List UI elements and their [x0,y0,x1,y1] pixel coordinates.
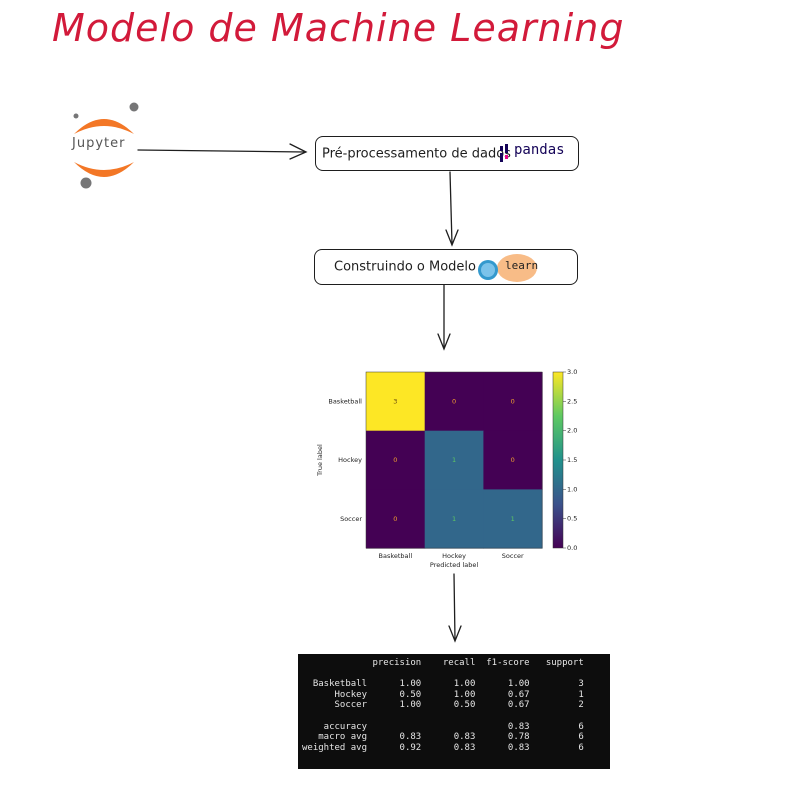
classification-report: precision recall f1-score support Basket… [298,654,610,769]
pandas-icon [500,144,508,162]
x-tick-label: Basketball [379,552,413,560]
pandas-logo: pandas [500,142,565,162]
colorbar-tick-label: 1.5 [567,456,577,464]
arrow-jupyter-to-preprocess [137,149,306,153]
pandas-logo-text: pandas [514,142,565,158]
colorbar-tick-label: 2.0 [567,427,577,435]
matrix-cell-value: 1 [511,515,515,523]
preprocessing-step: Pré-processamento de dados pandas [315,136,579,171]
colorbar-tick-label: 2.5 [567,397,577,405]
x-tick-label: Hockey [442,552,466,560]
preprocessing-label: Pré-processamento de dados [322,146,511,161]
confusion-matrix-chart: 3 0 0 0 1 0 0 1 1 Basketball Hockey Soccer Basketbal… [316,368,577,569]
model-building-label: Construindo o Modelo [334,259,476,275]
colorbar-tick-label: 0.5 [567,515,577,523]
matrix-cell-value: 0 [511,397,515,405]
y-tick-label: Hockey [338,456,362,464]
y-tick-label: Soccer [340,515,362,523]
model-building-step: Construindo o Modelo learn [314,249,578,285]
colorbar-tick-label: 3.0 [567,368,577,376]
matrix-cell-value: 3 [393,397,397,405]
arrow-matrix-to-report [453,573,456,641]
matrix-cell-value: 0 [393,456,397,464]
classification-report-text: precision recall f1-score support Basket… [302,658,584,753]
y-axis-label: True label [316,444,324,477]
y-tick-label: Basketball [328,397,362,405]
matrix-cell-value: 1 [452,456,456,464]
arrow-preprocess-to-model [449,171,453,245]
sklearn-logo-text: learn [505,259,539,272]
matrix-cell-value: 0 [511,456,515,464]
matrix-cell-value: 0 [452,397,456,405]
matrix-cell-value: 0 [393,515,397,523]
colorbar-tick-label: 0.0 [567,544,577,552]
x-tick-label: Soccer [502,552,524,560]
sklearn-logo: learn [475,250,545,284]
x-axis-label: Predicted label [430,561,478,569]
matrix-cell-value: 1 [452,515,456,523]
colorbar [552,371,564,549]
colorbar-tick-label: 1.0 [567,485,577,493]
